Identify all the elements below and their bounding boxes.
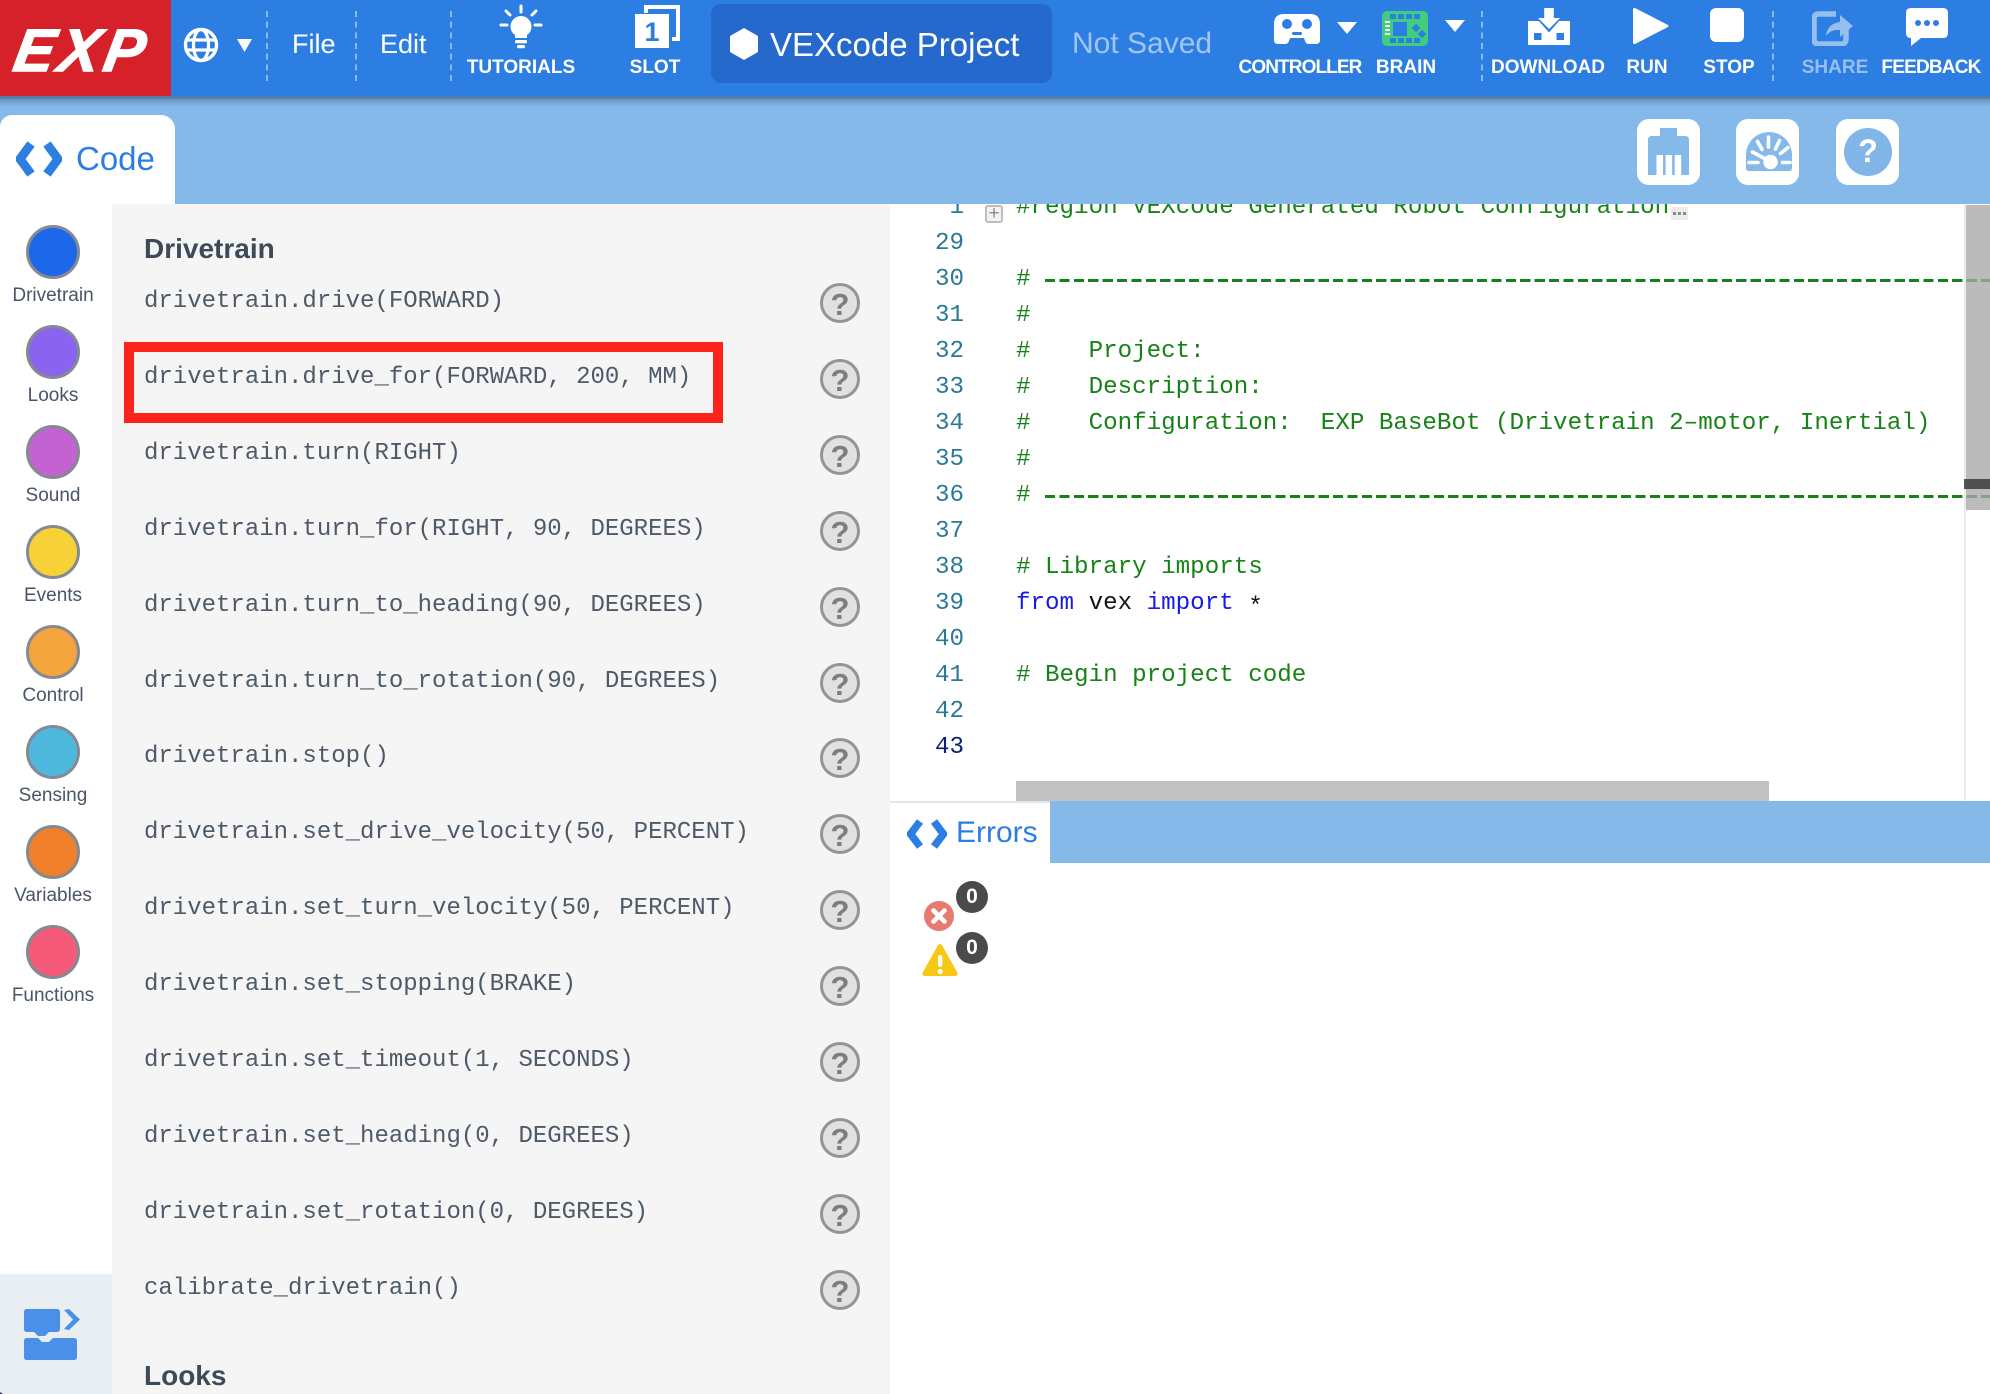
svg-text:?: ? [1858, 133, 1878, 169]
svg-text:1: 1 [644, 17, 659, 47]
